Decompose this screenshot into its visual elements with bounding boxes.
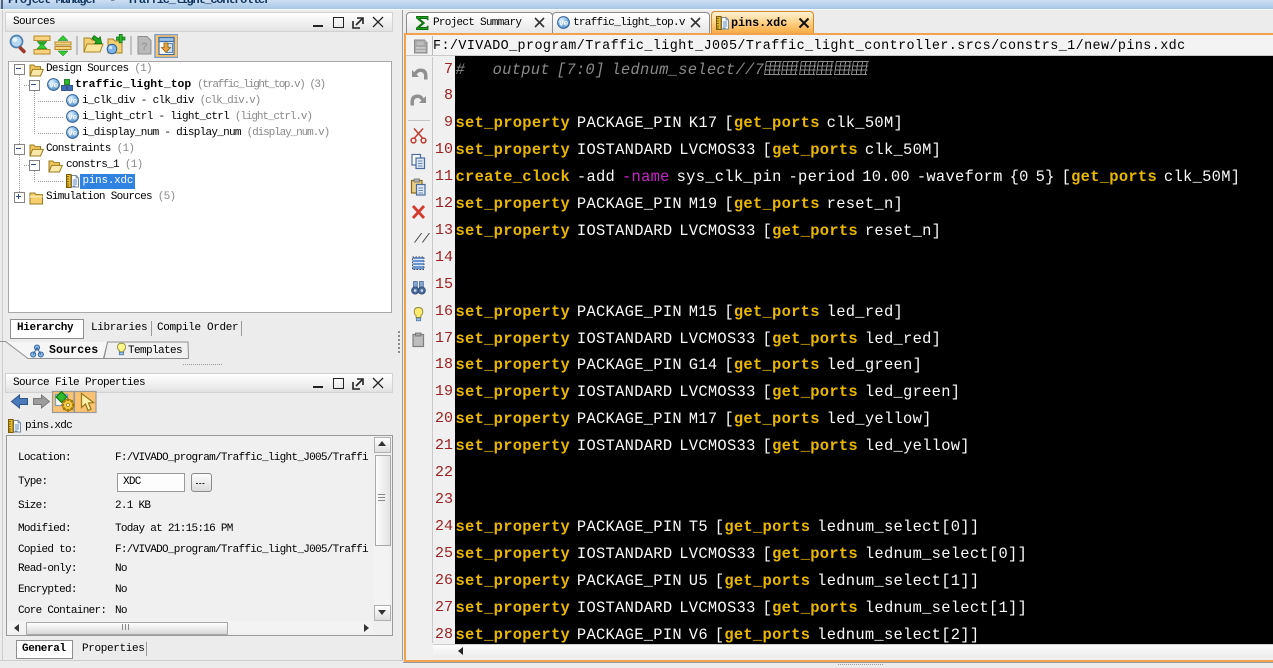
svg-text:ve: ve — [68, 112, 78, 121]
svg-text:ve: ve — [49, 80, 59, 89]
svg-text:?: ? — [141, 41, 148, 53]
svg-text://: // — [414, 232, 431, 247]
svg-text:ve: ve — [68, 96, 78, 105]
svg-text:ve: ve — [559, 18, 569, 27]
svg-text:ve: ve — [68, 128, 78, 137]
